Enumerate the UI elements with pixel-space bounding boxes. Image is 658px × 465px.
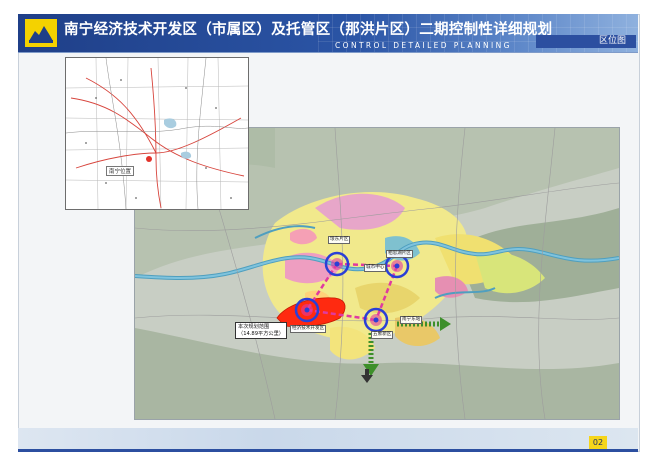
footer-bar [18, 449, 638, 452]
label-node-f: 南宁东站 [400, 316, 423, 324]
label-node-e: 经济技术开发区 [290, 325, 327, 333]
logo-icon [24, 18, 58, 48]
page-number: 02 [589, 436, 607, 449]
section-tag: 区位图 [536, 35, 636, 48]
inset-regional-map [65, 57, 249, 210]
header-divider [18, 52, 638, 53]
label-node-b: 相思湖片区 [386, 250, 413, 258]
label-node-d: 城市中心 [364, 264, 387, 272]
label-node-a: 琅东片区 [328, 236, 351, 244]
inset-location-label: 南宁位置 [106, 166, 135, 176]
site-callout: 本次规划范围 （14.89平方公里） [235, 322, 287, 339]
page-title: 南宁经济技术开发区（市属区）及托管区（那洪片区）二期控制性详细规划 [64, 22, 553, 38]
footer-band [18, 428, 638, 450]
page-subtitle: CONTROL DETAILED PLANNING [335, 41, 512, 50]
label-node-c: 五象新区 [371, 331, 394, 339]
